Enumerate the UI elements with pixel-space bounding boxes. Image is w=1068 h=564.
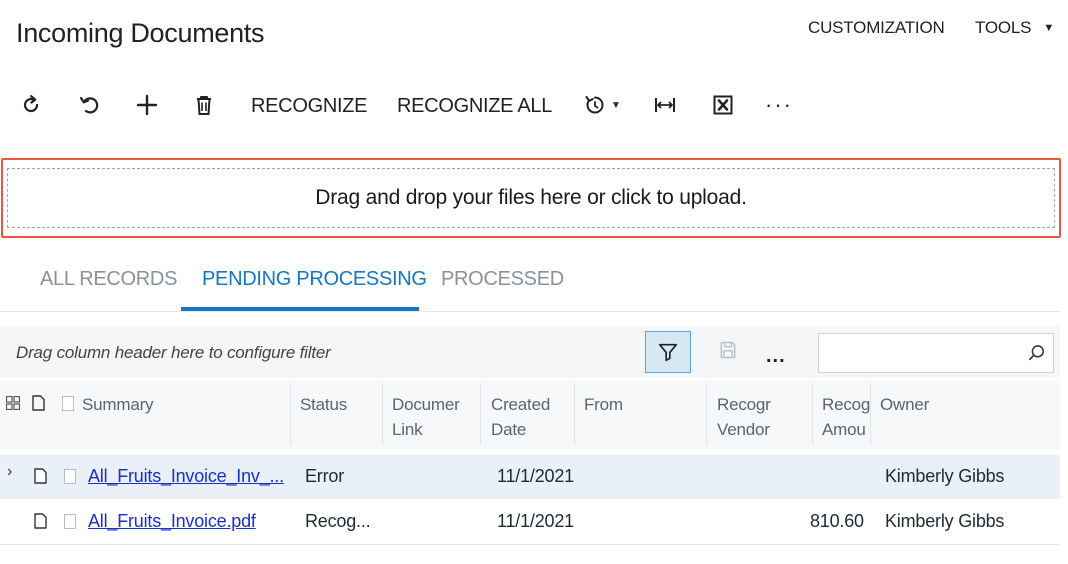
- tab-all-records[interactable]: ALL RECORDS: [40, 268, 177, 291]
- filter-icon: [658, 343, 678, 362]
- upload-dropzone[interactable]: Drag and drop your files here or click t…: [7, 168, 1055, 228]
- fit-width-button[interactable]: [650, 90, 680, 120]
- plus-icon: [136, 94, 158, 116]
- file-icon: [34, 468, 47, 484]
- col-document-link[interactable]: Documer Link: [392, 392, 460, 442]
- row-checkbox[interactable]: [64, 514, 76, 529]
- col-document-link-line2: Link: [392, 420, 423, 439]
- status-cell: Recog...: [305, 511, 371, 531]
- expand-row-icon[interactable]: ›: [7, 463, 12, 481]
- column-config-icon[interactable]: [6, 396, 20, 410]
- page-title: Incoming Documents: [16, 18, 265, 48]
- search-icon[interactable]: [1027, 343, 1047, 363]
- tab-pending-processing[interactable]: PENDING PROCESSING: [202, 268, 427, 291]
- filter-more-button[interactable]: ...: [766, 345, 786, 368]
- column-divider: [706, 383, 707, 445]
- file-icon: [34, 513, 47, 529]
- upload-area[interactable]: Drag and drop your files here or click t…: [1, 158, 1061, 238]
- created-date-cell: 11/1/2021: [497, 511, 574, 531]
- select-all-checkbox[interactable]: [62, 396, 74, 411]
- column-divider: [290, 383, 291, 445]
- tabs-divider: [0, 311, 1060, 312]
- col-document-link-line1: Documer: [392, 395, 460, 414]
- active-tab-indicator: [181, 307, 419, 311]
- schedule-icon: [585, 96, 604, 114]
- col-recognized-vendor-line1: Recogr: [717, 395, 771, 414]
- save-icon: [720, 341, 736, 359]
- column-divider: [382, 383, 383, 445]
- recognize-button[interactable]: RECOGNIZE: [251, 95, 368, 118]
- col-recognized-amount-line2: Amou: [822, 420, 866, 439]
- file-header-icon: [32, 395, 45, 411]
- col-created-date-line2: Date: [491, 420, 527, 439]
- status-cell: Error: [305, 466, 344, 486]
- undo-icon: [79, 96, 99, 114]
- col-recognized-vendor[interactable]: Recogr Vendor: [717, 392, 771, 442]
- summary-link[interactable]: All_Fruits_Invoice_Inv_...: [88, 466, 284, 487]
- column-divider: [574, 383, 575, 445]
- col-created-date[interactable]: Created Date: [491, 392, 550, 442]
- created-date-cell: 11/1/2021: [497, 466, 574, 486]
- export-excel-button[interactable]: [708, 90, 738, 120]
- owner-cell: Kimberly Gibbs: [885, 511, 1005, 531]
- amount-cell: 810.60: [810, 511, 864, 531]
- tools-menu-label: TOOLS: [975, 18, 1032, 37]
- refresh-button[interactable]: [16, 90, 46, 120]
- caret-down-icon: ▼: [611, 99, 621, 111]
- undo-button[interactable]: [74, 90, 104, 120]
- summary-link[interactable]: All_Fruits_Invoice.pdf: [88, 511, 256, 532]
- recognize-all-button[interactable]: RECOGNIZE ALL: [397, 95, 552, 118]
- col-recognized-amount[interactable]: Recog Amou: [822, 392, 870, 442]
- row-checkbox[interactable]: [64, 469, 76, 484]
- col-recognized-amount-line1: Recog: [822, 395, 871, 414]
- more-actions-button[interactable]: ···: [765, 92, 793, 118]
- excel-icon: [713, 95, 733, 115]
- schedule-dropdown-button[interactable]: ▼: [578, 90, 626, 120]
- col-from[interactable]: From: [584, 392, 623, 417]
- add-button[interactable]: [132, 90, 162, 120]
- upload-text: Drag and drop your files here or click t…: [315, 186, 747, 209]
- save-filter-button[interactable]: [716, 338, 740, 362]
- customization-menu[interactable]: CUSTOMIZATION: [808, 18, 945, 38]
- col-owner[interactable]: Owner: [880, 392, 929, 417]
- col-created-date-line1: Created: [491, 395, 551, 414]
- col-summary[interactable]: Summary: [82, 392, 154, 417]
- filter-button[interactable]: [645, 331, 691, 373]
- search-input[interactable]: [827, 334, 1031, 372]
- col-status[interactable]: Status: [300, 392, 347, 417]
- delete-button[interactable]: [189, 90, 219, 120]
- column-divider: [480, 383, 481, 445]
- refresh-icon: [23, 95, 39, 113]
- caret-down-icon: ▼: [1043, 22, 1055, 34]
- owner-cell: Kimberly Gibbs: [885, 466, 1005, 486]
- fit-width-icon: [655, 98, 675, 112]
- tab-processed[interactable]: PROCESSED: [441, 268, 564, 291]
- column-divider: [870, 383, 871, 445]
- filter-hint: Drag column header here to configure fil…: [16, 343, 331, 362]
- col-recognized-vendor-line2: Vendor: [717, 420, 770, 439]
- column-divider: [812, 383, 813, 445]
- search-box[interactable]: [818, 333, 1054, 373]
- tools-menu[interactable]: TOOLS ▼: [975, 18, 1054, 38]
- trash-icon: [197, 96, 211, 115]
